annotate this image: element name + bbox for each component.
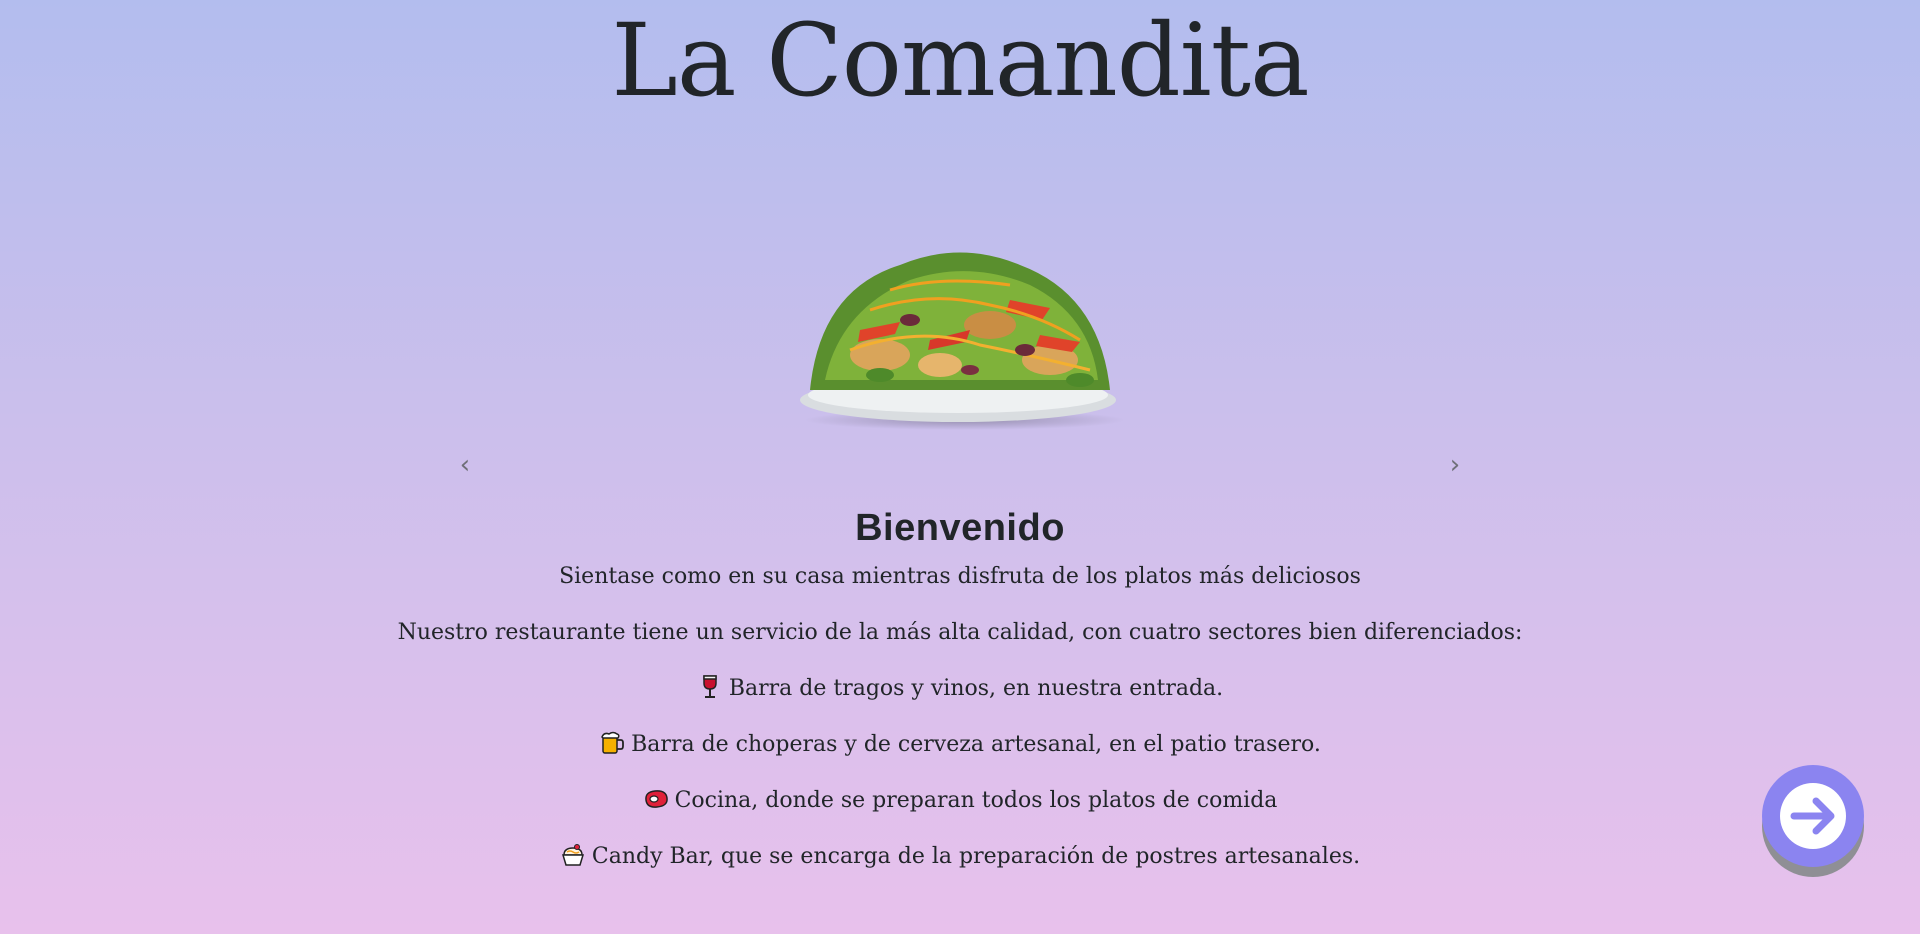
sector-text-candy: Candy Bar, que se encarga de la preparac… [591, 844, 1361, 869]
beer-mug-icon [601, 731, 625, 754]
sector-item-candy: Candy Bar, que se encarga de la preparac… [0, 842, 1920, 872]
site-title: La Comandita [611, 2, 1309, 119]
sector-text-bar: Barra de tragos y vinos, en nuestra entr… [728, 676, 1224, 701]
intro-text: Nuestro restaurante tiene un servicio de… [397, 620, 1523, 645]
welcome-subtitle: Sientase como en su casa mientras disfru… [559, 564, 1361, 589]
meat-icon [644, 790, 668, 808]
sector-text-kitchen: Cocina, donde se preparan todos los plat… [674, 788, 1278, 813]
carousel-prev-button[interactable]: ‹ [445, 445, 485, 485]
arrow-right-circle-icon [1780, 783, 1846, 849]
next-page-button[interactable] [1762, 765, 1864, 867]
wine-glass-icon [703, 675, 717, 698]
sector-text-beer: Barra de choperas y de cerveza artesanal… [631, 732, 1321, 757]
sector-item-bar: Barra de tragos y vinos, en nuestra entr… [0, 674, 1920, 704]
welcome-heading: Bienvenido [855, 507, 1065, 549]
salad-plate-image [800, 252, 1125, 430]
chevron-left-icon: ‹ [459, 450, 471, 480]
image-carousel: ‹ › [440, 200, 1480, 520]
sector-item-kitchen: Cocina, donde se preparan todos los plat… [0, 786, 1920, 816]
chevron-right-icon: › [1449, 450, 1461, 480]
dessert-icon [561, 844, 584, 866]
sector-item-beer: Barra de choperas y de cerveza artesanal… [0, 730, 1920, 760]
carousel-next-button[interactable]: › [1435, 445, 1475, 485]
